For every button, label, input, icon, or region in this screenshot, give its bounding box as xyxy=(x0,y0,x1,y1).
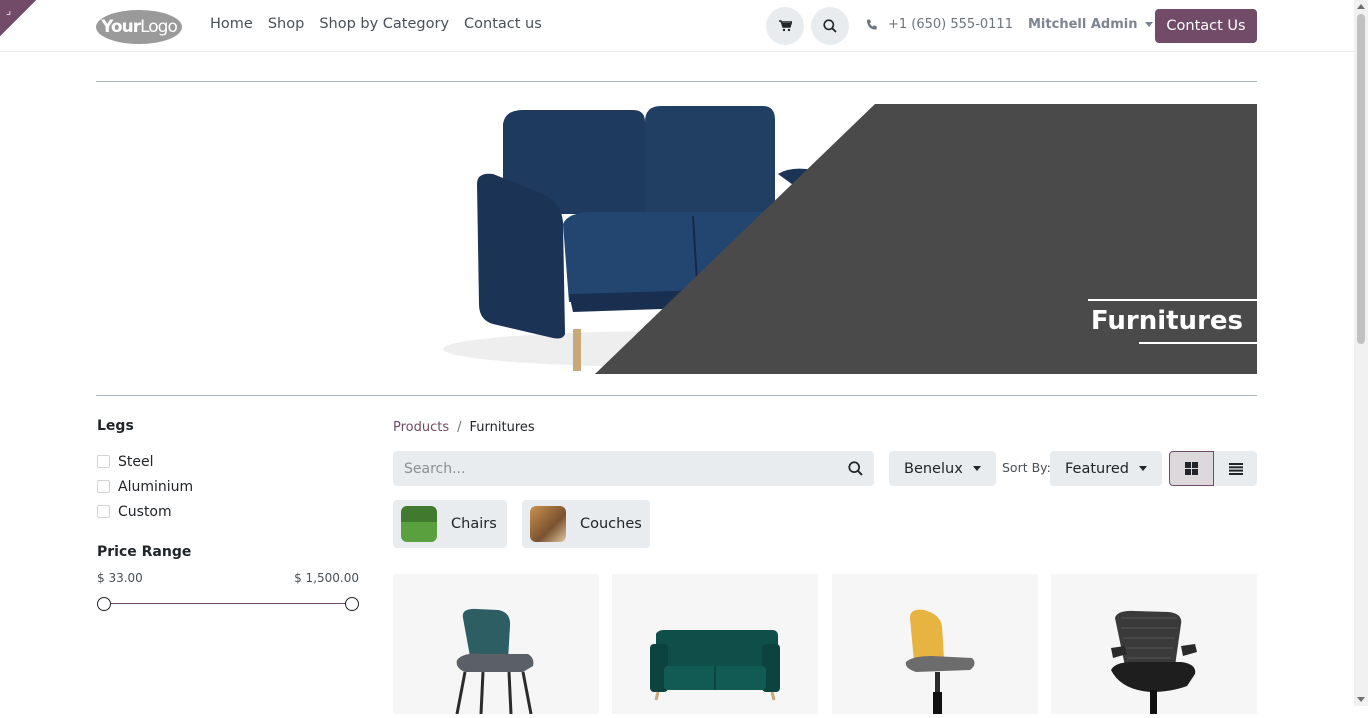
cart-button[interactable] xyxy=(766,7,804,45)
contact-us-button[interactable]: Contact Us xyxy=(1155,9,1257,43)
chevron-down-icon xyxy=(1145,22,1154,27)
nav-shop[interactable]: Shop xyxy=(268,16,304,32)
category-couches[interactable]: Couches xyxy=(522,500,650,548)
office-chair-image xyxy=(1111,610,1197,714)
scroll-up-arrow-icon[interactable] xyxy=(1357,4,1365,9)
search-icon xyxy=(823,19,837,33)
divider xyxy=(96,81,1257,82)
couches-thumbnail xyxy=(530,506,566,542)
teal-chair-image xyxy=(455,608,534,715)
edit-icon: ⌟ xyxy=(6,4,12,17)
grid-icon xyxy=(1185,462,1198,475)
product-card[interactable] xyxy=(612,574,818,714)
category-label: Chairs xyxy=(451,516,497,532)
slider-max-handle[interactable] xyxy=(345,597,359,611)
view-toggle-group xyxy=(1169,451,1257,486)
sort-value: Featured xyxy=(1065,460,1129,477)
phone-number: +1 (650) 555-0111 xyxy=(888,17,1013,32)
chevron-down-icon xyxy=(1139,466,1147,471)
price-min: $ 33.00 xyxy=(97,571,143,585)
price-range-title: Price Range xyxy=(97,544,192,560)
breadcrumb-current: Furnitures xyxy=(469,420,535,435)
pricelist-dropdown[interactable]: Benelux xyxy=(889,451,996,486)
slider-track xyxy=(104,603,352,604)
main-nav: Home Shop Shop by Category Contact us xyxy=(210,16,542,32)
search-toggle-button[interactable] xyxy=(811,7,849,45)
sort-dropdown[interactable]: Featured xyxy=(1050,451,1162,486)
search-icon[interactable] xyxy=(848,461,863,476)
filter-aluminium[interactable]: Aluminium xyxy=(97,474,359,499)
edit-corner-badge[interactable]: ⌟ xyxy=(0,0,36,36)
grid-view-button[interactable] xyxy=(1169,451,1214,486)
category-banner: Furnitures xyxy=(393,104,1257,374)
checkbox[interactable] xyxy=(97,505,110,518)
filter-label: Steel xyxy=(118,453,154,470)
checkbox[interactable] xyxy=(97,480,110,493)
filter-label: Custom xyxy=(118,503,172,520)
legs-filter-title: Legs xyxy=(97,418,134,434)
sort-label: Sort By: xyxy=(1002,460,1051,475)
filter-custom[interactable]: Custom xyxy=(97,499,359,524)
site-logo[interactable]: Your Logo xyxy=(96,10,182,44)
banner-title: Furnitures xyxy=(1090,306,1243,336)
yellow-chair-image xyxy=(905,609,975,714)
scroll-down-arrow-icon[interactable] xyxy=(1357,697,1365,702)
price-range-values: $ 33.00 $ 1,500.00 xyxy=(97,571,359,585)
breadcrumb-separator: / xyxy=(457,420,462,435)
filters-sidebar: Legs Steel Aluminium Custom Price Range … xyxy=(97,418,359,613)
list-icon xyxy=(1228,462,1243,475)
search-input[interactable] xyxy=(404,460,804,477)
category-label: Couches xyxy=(580,516,642,532)
user-name: Mitchell Admin xyxy=(1028,17,1138,32)
user-menu[interactable]: Mitchell Admin xyxy=(1028,17,1154,32)
category-chairs[interactable]: Chairs xyxy=(393,500,507,548)
chevron-down-icon xyxy=(972,466,981,471)
cart-icon xyxy=(778,20,792,32)
page-scrollbar[interactable] xyxy=(1354,0,1368,706)
scrollbar-thumb[interactable] xyxy=(1357,14,1365,344)
phone-icon xyxy=(867,19,877,29)
site-header: Your Logo Home Shop Shop by Category Cont… xyxy=(0,0,1354,52)
product-card[interactable] xyxy=(393,574,599,715)
nav-home[interactable]: Home xyxy=(210,16,253,32)
price-range-slider[interactable] xyxy=(97,595,359,613)
price-max: $ 1,500.00 xyxy=(294,571,359,585)
checkbox[interactable] xyxy=(97,455,110,468)
divider xyxy=(96,395,1257,396)
logo-text-light: Logo xyxy=(140,17,178,37)
pricelist-value: Benelux xyxy=(904,460,963,477)
breadcrumb-products-link[interactable]: Products xyxy=(393,420,449,435)
banner-title-line-bottom xyxy=(1139,342,1257,344)
breadcrumb: Products / Furnitures xyxy=(393,420,535,435)
phone-link[interactable]: +1 (650) 555-0111 xyxy=(866,17,1013,32)
green-sofa-image xyxy=(650,630,780,701)
banner-title-line-top xyxy=(1088,299,1257,301)
logo-text-bold: Your xyxy=(101,17,141,37)
product-card[interactable] xyxy=(832,574,1038,714)
nav-contact-us[interactable]: Contact us xyxy=(464,16,542,32)
nav-shop-by-category[interactable]: Shop by Category xyxy=(319,16,449,32)
filter-label: Aluminium xyxy=(118,478,194,495)
slider-min-handle[interactable] xyxy=(97,597,111,611)
product-card[interactable] xyxy=(1051,574,1257,714)
list-view-button[interactable] xyxy=(1214,451,1257,486)
filter-steel[interactable]: Steel xyxy=(97,449,359,474)
chairs-thumbnail xyxy=(401,506,437,542)
product-search xyxy=(393,451,874,486)
